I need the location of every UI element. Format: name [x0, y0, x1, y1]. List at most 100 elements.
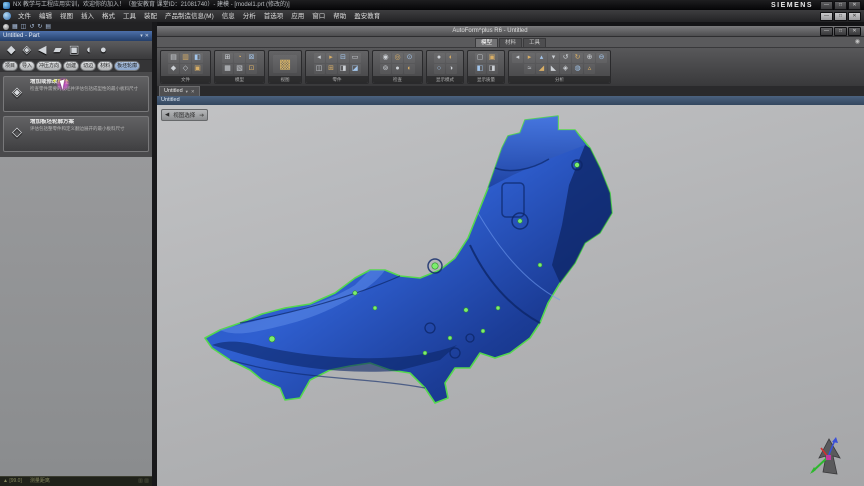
panel-quick-icon-3[interactable]: ↻	[37, 23, 42, 31]
panel-logo-icon[interactable]	[3, 23, 9, 30]
menu-item-分析[interactable]: 分析	[239, 11, 260, 22]
menu-item-应用[interactable]: 应用	[287, 11, 308, 22]
toolbar-icon-分析-2[interactable]: ▴	[536, 53, 547, 63]
toolbar-icon-模型-2[interactable]: ⊠	[246, 53, 257, 63]
panel-tool-icon-0[interactable]: ◆	[7, 42, 15, 58]
toolbar-icon-分析-6[interactable]: ⊕	[584, 53, 595, 63]
toolbar-icon-检查-2[interactable]: ⊙	[404, 53, 415, 63]
step-tab-导入[interactable]: 导入	[19, 61, 36, 71]
mdi-minimize-button[interactable]: —	[820, 11, 833, 21]
toolbar-icon-检查-0[interactable]: ◉	[380, 53, 391, 63]
step-tab-切边[interactable]: 切边	[80, 61, 97, 71]
toolbar-icon-模型-0[interactable]: ⊞	[222, 53, 233, 63]
toolbar-icon-分析-4[interactable]: ↺	[560, 53, 571, 63]
os-minimize-button[interactable]: —	[820, 0, 833, 10]
os-close-button[interactable]: ✕	[848, 0, 861, 10]
toolbar-icon-分析-11[interactable]: ◈	[560, 64, 571, 74]
part-menu-icon[interactable]: ▾	[140, 32, 143, 40]
menu-item-编辑[interactable]: 编辑	[35, 11, 56, 22]
panel-tool-icon-3[interactable]: ▰	[53, 42, 61, 58]
toolbar-icon-分析-1[interactable]: ▸	[524, 53, 535, 63]
autoform-minimize-button[interactable]: —	[820, 26, 833, 36]
menu-item-信息[interactable]: 信息	[218, 11, 239, 22]
toolbar-icon-文件-0[interactable]: ▤	[168, 53, 179, 63]
panel-tool-icon-6[interactable]: ●	[100, 42, 107, 58]
toolbar-icon-零件-6[interactable]: ◨	[337, 64, 349, 74]
menu-item-格式[interactable]: 格式	[98, 11, 119, 22]
toolbar-icon-检查-4[interactable]: ●	[392, 64, 403, 74]
panel-quick-icon-4[interactable]: ▤	[45, 23, 51, 31]
toolbar-icon-显示模式-2[interactable]: ○	[433, 64, 445, 74]
toolbar-icon-模型-4[interactable]: ▧	[234, 64, 245, 74]
toolbar-icon-模型-3[interactable]: ▦	[222, 64, 233, 74]
toolbar-icon-显示质量-2[interactable]: ◧	[474, 64, 486, 74]
toolbar-icon-分析-5[interactable]: ↻	[572, 53, 583, 63]
toolbar-icon-分析-8[interactable]: ≈	[524, 64, 535, 74]
menu-item-产品制造信息(M)[interactable]: 产品制造信息(M)	[161, 11, 218, 22]
toolbar-icon-分析-12[interactable]: ◍	[572, 64, 583, 74]
toolbar-icon-零件-1[interactable]: ▸	[325, 53, 337, 63]
toolbar-icon-检查-3[interactable]: ⊚	[380, 64, 391, 74]
menu-item-装配[interactable]: 装配	[140, 11, 161, 22]
toolbar-icon-显示质量-0[interactable]: ▢	[474, 53, 486, 63]
panel-quick-icon-0[interactable]: ▦	[12, 23, 18, 31]
toolbar-icon-零件-5[interactable]: ⊞	[325, 64, 337, 74]
viewport-3d[interactable]: ◀ 视图选择 ➔	[157, 105, 864, 486]
panel-tool-icon-5[interactable]: ◐	[86, 42, 93, 58]
toolbar-icon-分析-7[interactable]: ⊖	[596, 53, 607, 63]
autoform-titlebar[interactable]: AutoForm^plus R6 - Untitled — □ ✕	[157, 26, 864, 37]
toolbar-icon-零件-4[interactable]: ◫	[313, 64, 325, 74]
toolbar-icon-模型-1[interactable]: ◔	[234, 53, 245, 63]
menu-item-窗口[interactable]: 窗口	[308, 11, 329, 22]
help-icon[interactable]: ◉	[855, 38, 860, 46]
card-add-blank-outline-plan[interactable]: ◇ 增加板坯轮廓方案 评估包括整零件和定义翻边展开的最小板料尺寸	[3, 116, 149, 152]
menu-item-首选项[interactable]: 首选项	[260, 11, 288, 22]
panel-quick-icon-2[interactable]: ↺	[29, 23, 34, 31]
toolbar-icon-显示模式-0[interactable]: ●	[433, 53, 445, 63]
toolbar-icon-显示模式-3[interactable]: ◑	[445, 64, 457, 74]
toolbar-icon-检查-1[interactable]: ◎	[392, 53, 403, 63]
menu-item-盈安教育[interactable]: 盈安教育	[350, 11, 384, 22]
mdi-maximize-button[interactable]: □	[834, 11, 847, 21]
toolbar-icon-零件-2[interactable]: ⊟	[337, 53, 349, 63]
panel-tool-icon-4[interactable]: ▣	[69, 42, 79, 58]
autoform-maximize-button[interactable]: □	[834, 26, 847, 36]
arrow-icon[interactable]: ➔	[199, 112, 204, 119]
toolbar-icon-显示模式-1[interactable]: ◐	[445, 53, 457, 63]
autoform-close-button[interactable]: ✕	[848, 26, 861, 36]
ribbon-tab-材料[interactable]: 材料	[498, 38, 522, 47]
toolbar-icon-显示质量-1[interactable]: ▣	[486, 53, 498, 63]
menu-item-工具[interactable]: 工具	[119, 11, 140, 22]
toolbar-icon-文件-4[interactable]: ◇	[180, 64, 191, 74]
doc-tab-menu-icon[interactable]: ▾	[186, 87, 188, 96]
toolbar-icon-视图-0[interactable]: ▩	[273, 54, 297, 73]
toolbar-icon-零件-7[interactable]: ◪	[349, 64, 361, 74]
step-tab-创建[interactable]: 创建	[63, 61, 80, 71]
part-close-icon[interactable]: ✕	[145, 32, 149, 40]
toolbar-icon-显示质量-3[interactable]: ◨	[486, 64, 498, 74]
part-3d-model[interactable]	[157, 105, 864, 486]
menu-item-视图[interactable]: 视图	[56, 11, 77, 22]
orientation-triad[interactable]	[808, 434, 848, 478]
step-tab-项目[interactable]: 项目	[2, 61, 19, 71]
doc-tab-close-icon[interactable]: ✕	[191, 87, 195, 96]
toolbar-icon-检查-5[interactable]: ◐	[404, 64, 415, 74]
menu-item-帮助[interactable]: 帮助	[329, 11, 350, 22]
toolbar-icon-零件-3[interactable]: ▭	[349, 53, 361, 63]
doc-tab-untitled[interactable]: Untitled ▾ ✕	[159, 86, 200, 96]
toolbar-icon-文件-5[interactable]: ▣	[192, 64, 203, 74]
panel-tool-icon-2[interactable]: ◀	[38, 42, 46, 58]
view-selector[interactable]: ◀ 视图选择 ➔	[161, 109, 209, 121]
nx-menu-icon[interactable]	[3, 12, 11, 20]
toolbar-icon-模型-5[interactable]: ⊡	[246, 64, 257, 74]
mdi-close-button[interactable]: ✕	[848, 11, 861, 21]
toolbar-icon-文件-3[interactable]: ◆	[168, 64, 179, 74]
step-tab-板坯轮廓[interactable]: 板坯轮廓	[114, 61, 141, 71]
toolbar-icon-零件-0[interactable]: ◂	[313, 53, 325, 63]
panel-tool-icon-1[interactable]: ◈	[22, 42, 30, 58]
toolbar-icon-分析-10[interactable]: ◣	[548, 64, 559, 74]
toolbar-icon-分析-0[interactable]: ◂	[512, 53, 523, 63]
os-maximize-button[interactable]: □	[834, 0, 847, 10]
menu-item-文件[interactable]: 文件	[14, 11, 35, 22]
collapse-icon[interactable]: ◀	[165, 112, 169, 118]
